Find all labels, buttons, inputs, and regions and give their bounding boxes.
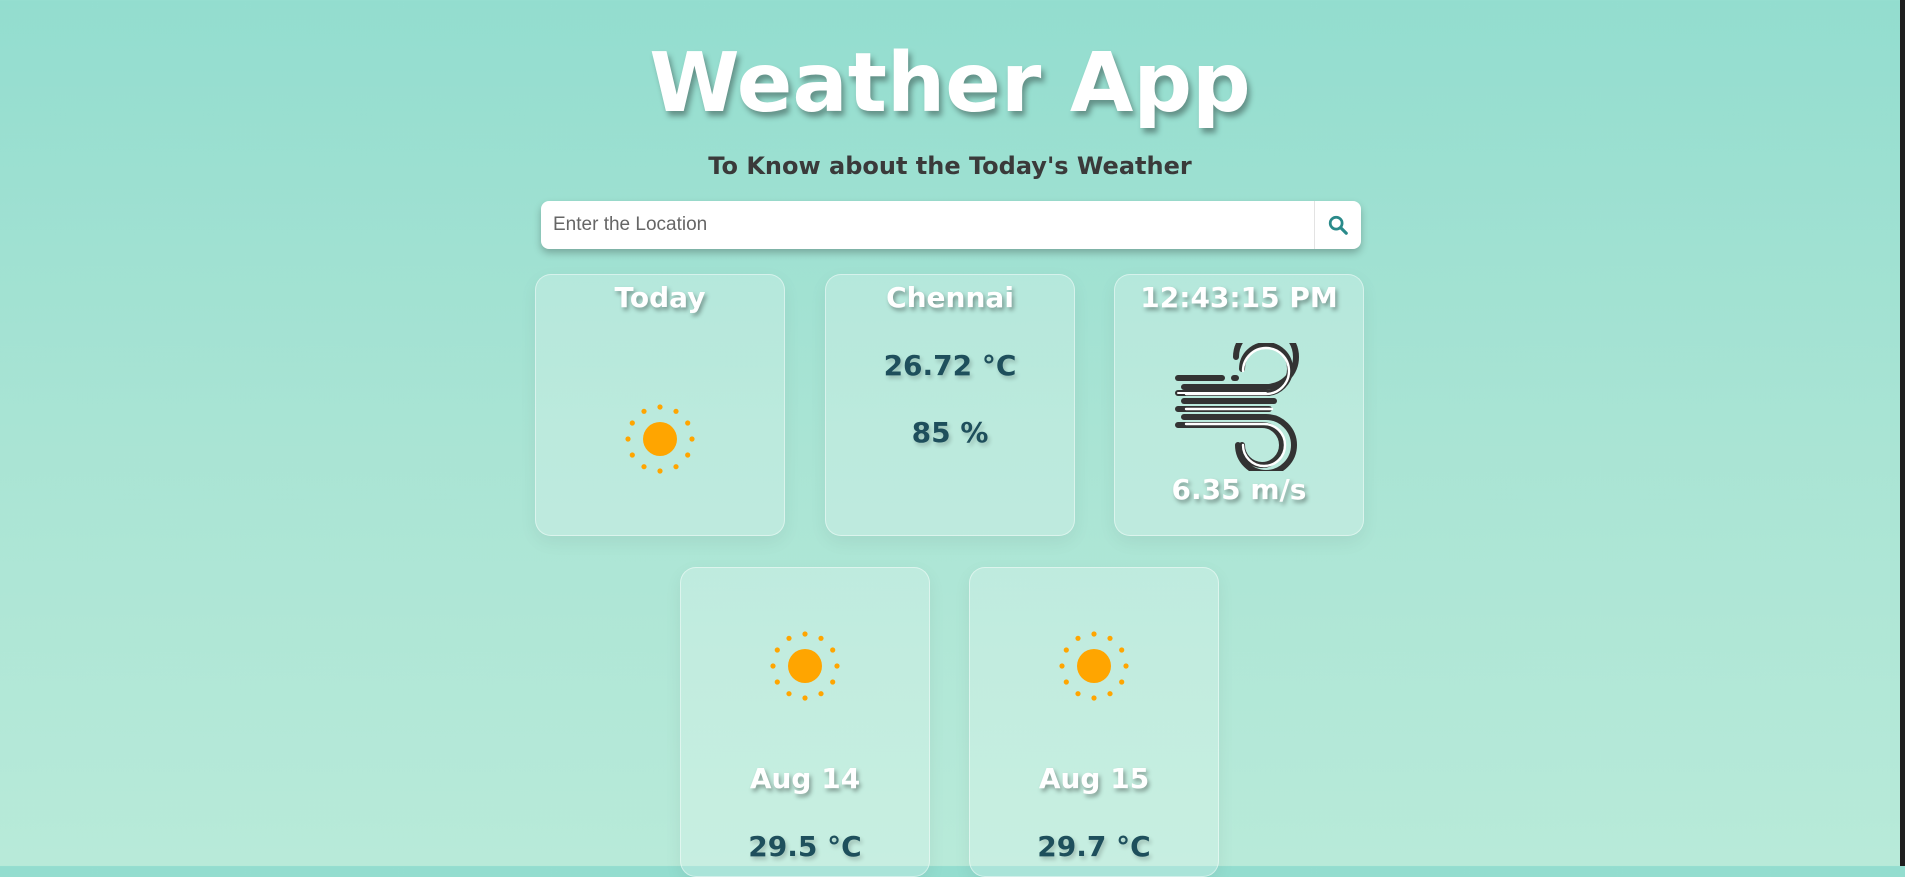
forecast-date: Aug 14 bbox=[749, 762, 861, 795]
window-edge bbox=[1900, 0, 1905, 866]
sun-icon bbox=[770, 631, 840, 701]
time-card: 12:43:15 PM 6.35 m/s bbox=[1114, 274, 1364, 536]
page-title: Weather App bbox=[649, 36, 1251, 131]
wind-icon bbox=[1175, 343, 1299, 471]
humidity-value: 85 % bbox=[911, 416, 989, 449]
city-name: Chennai bbox=[886, 281, 1014, 314]
search-icon bbox=[1328, 215, 1348, 235]
temperature-value: 26.72 °C bbox=[883, 349, 1017, 382]
forecast-date: Aug 15 bbox=[1038, 762, 1150, 795]
wind-speed: 6.35 m/s bbox=[1171, 473, 1307, 506]
forecast-card: Aug 14 29.5 °C bbox=[680, 567, 930, 877]
today-card: Today bbox=[535, 274, 785, 536]
forecast-temperature: 29.7 °C bbox=[1037, 830, 1151, 863]
today-label: Today bbox=[614, 281, 706, 314]
sun-icon bbox=[625, 404, 695, 474]
current-time: 12:43:15 PM bbox=[1140, 281, 1338, 314]
city-card: Chennai 26.72 °C 85 % bbox=[825, 274, 1075, 536]
forecast-card: Aug 15 29.7 °C bbox=[969, 567, 1219, 877]
search-button[interactable] bbox=[1314, 201, 1361, 249]
location-input[interactable] bbox=[541, 201, 1311, 249]
search-bar bbox=[541, 201, 1361, 249]
forecast-temperature: 29.5 °C bbox=[748, 830, 862, 863]
page-subtitle: To Know about the Today's Weather bbox=[708, 152, 1192, 180]
sun-icon bbox=[1059, 631, 1129, 701]
